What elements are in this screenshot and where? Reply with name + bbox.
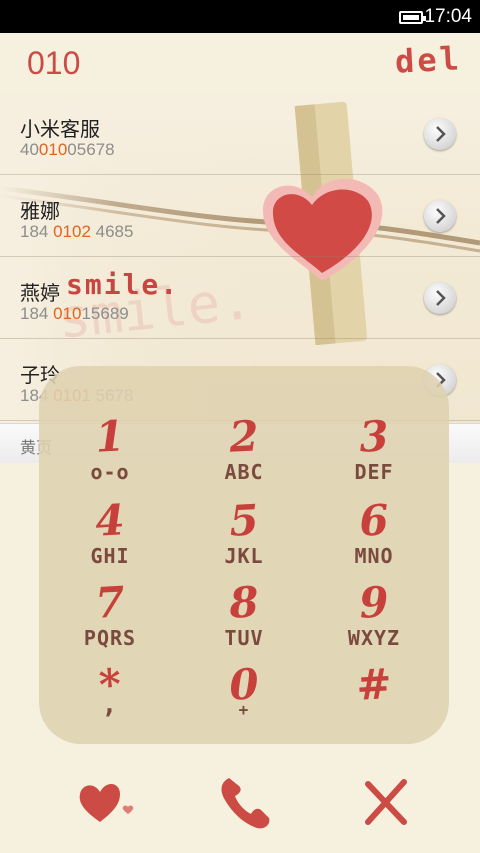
dial-key-star[interactable]: * , xyxy=(50,659,170,742)
contact-name: 雅娜 xyxy=(20,199,60,223)
dial-key-1[interactable]: 1 o-o xyxy=(50,411,170,494)
dial-key-5[interactable]: 5 JKL xyxy=(184,495,304,578)
call-button[interactable] xyxy=(215,772,275,832)
heart-icon xyxy=(79,783,134,822)
dial-key-4[interactable]: 4 GHI xyxy=(50,495,170,578)
battery-icon xyxy=(399,11,426,24)
phone-icon xyxy=(221,778,270,829)
status-bar: 17:04 xyxy=(0,0,480,33)
delete-button[interactable]: del xyxy=(394,39,463,80)
dial-key-3[interactable]: 3 DEF xyxy=(314,411,434,494)
dial-key-hash[interactable]: # xyxy=(314,659,434,742)
favorites-button[interactable] xyxy=(76,772,136,832)
contact-number: 184 01015689 xyxy=(20,304,129,323)
dial-key-6[interactable]: 6 MNO xyxy=(314,495,434,578)
dialer-header: 010 del xyxy=(0,33,480,93)
contact-row[interactable]: 小米客服 4001005678 xyxy=(0,93,480,175)
contact-name: 燕婷 xyxy=(20,281,60,305)
chevron-right-icon[interactable] xyxy=(424,118,456,150)
dial-key-0[interactable]: 0 + xyxy=(184,659,304,742)
dial-key-8[interactable]: 8 TUV xyxy=(184,577,304,660)
dial-key-9[interactable]: 9 WXYZ xyxy=(314,577,434,660)
contact-number: 4001005678 xyxy=(20,140,115,159)
contact-name: 小米客服 xyxy=(20,117,100,141)
contact-number: 184 0102 4685 xyxy=(20,222,134,241)
chevron-right-icon[interactable] xyxy=(424,200,456,232)
smile-caption: smile. xyxy=(66,268,180,301)
dialed-number-display[interactable]: 010 xyxy=(27,45,80,82)
close-button[interactable] xyxy=(356,772,416,832)
dial-key-7[interactable]: 7 PQRS xyxy=(50,577,170,660)
close-icon xyxy=(365,779,407,825)
dial-key-2[interactable]: 2 ABC xyxy=(184,411,304,494)
contact-row[interactable]: 雅娜 184 0102 4685 xyxy=(0,175,480,257)
status-time: 17:04 xyxy=(424,6,472,27)
dialpad: 1 o-o 2 ABC 3 DEF 4 GHI 5 JKL 6 MNO 7 PQ… xyxy=(39,366,449,744)
chevron-right-icon[interactable] xyxy=(424,282,456,314)
